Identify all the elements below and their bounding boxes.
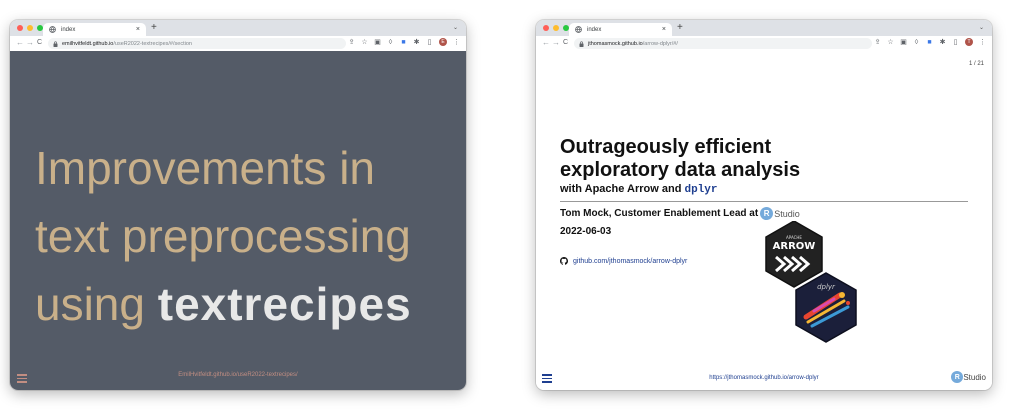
menu-kebab-icon[interactable]: ⋮: [979, 39, 986, 46]
dplyr-hex-sticker: dplyr: [795, 272, 857, 343]
lock-icon: [579, 40, 584, 47]
slide-title-line-1: Outrageously efficient: [560, 136, 772, 158]
minimize-window-button[interactable]: [553, 25, 559, 31]
close-window-button[interactable]: [543, 25, 549, 31]
tab-title: index: [61, 26, 76, 33]
tab-title: index: [587, 26, 602, 33]
tab-index[interactable]: index ×: [569, 23, 672, 36]
new-tab-button[interactable]: +: [151, 22, 157, 34]
profile-avatar[interactable]: T: [965, 38, 973, 46]
slide-title-line-2: text preprocessing: [35, 210, 411, 262]
slide-content: 1 / 21 Outrageously efficient explorator…: [536, 51, 992, 390]
share-icon[interactable]: ⇪: [874, 39, 881, 46]
url-path: /arrow-dplyr/#/: [642, 40, 678, 47]
bookmark-star-icon[interactable]: ☆: [361, 39, 368, 46]
menu-kebab-icon[interactable]: ⋮: [453, 39, 460, 46]
sidebar-icon[interactable]: ▯: [952, 39, 959, 46]
github-link[interactable]: github.com/jthomasmock/arrow-dplyr: [560, 257, 687, 265]
shield-icon[interactable]: ◊: [913, 39, 920, 46]
extension-icon[interactable]: ▣: [900, 39, 907, 46]
github-icon: [560, 257, 568, 265]
profile-avatar[interactable]: E: [439, 38, 447, 46]
url-host: emilhvitfeldt.github.io: [62, 40, 114, 47]
slide-title-line-1: Improvements in: [35, 142, 376, 194]
close-window-button[interactable]: [17, 25, 23, 31]
dplyr-hex-label: dplyr: [817, 283, 836, 291]
tab-strip: index × + ⌄: [536, 20, 992, 36]
slide-content: Improvements in text preprocessing using…: [10, 51, 466, 390]
title-prefix: using: [35, 278, 158, 330]
share-icon[interactable]: ⇪: [348, 39, 355, 46]
slide-footer-url[interactable]: EmilHvitfeldt.github.io/useR2022-textrec…: [10, 372, 466, 378]
arrow-hex-sticker: APACHE ARROW: [765, 220, 823, 288]
browser-window-left: index × + ⌄ ← → C emilhvitfeldt.github.i…: [10, 20, 466, 390]
tab-index[interactable]: index ×: [43, 23, 146, 36]
translate-icon[interactable]: ■: [400, 39, 407, 46]
toolbar-icons: ⇪ ☆ ▣ ◊ ■ ✱ ▯ E ⋮: [348, 38, 460, 46]
toolbar: ← → C emilhvitfeldt.github.io/useR2022-t…: [10, 36, 466, 52]
slide-title: Outrageously efficient exploratory data …: [560, 136, 800, 182]
arrow-hex-small-text: APACHE: [786, 235, 802, 240]
rstudio-footer-logo: R Studio: [949, 371, 986, 383]
puzzle-icon[interactable]: ✱: [939, 39, 946, 46]
slide-counter: 1 / 21: [968, 61, 984, 67]
arrow-hex-label: ARROW: [773, 241, 816, 252]
address-bar[interactable]: jthomasmock.github.io/arrow-dplyr/#/: [574, 38, 872, 49]
toolbar: ← → C jthomasmock.github.io/arrow-dplyr/…: [536, 36, 992, 52]
globe-icon: [49, 26, 56, 33]
window-controls: [17, 25, 43, 31]
divider: [560, 201, 968, 202]
sidebar-icon[interactable]: ▯: [426, 39, 433, 46]
back-button[interactable]: ←: [542, 38, 550, 48]
author-text: Tom Mock, Customer Enablement Lead at: [560, 208, 759, 219]
extension-icon[interactable]: ▣: [374, 39, 381, 46]
slide-title-line-3: using textrecipes: [35, 277, 412, 331]
subtitle-prefix: with Apache Arrow and: [560, 183, 685, 195]
lock-icon: [53, 40, 58, 47]
new-tab-button[interactable]: +: [677, 22, 683, 34]
browser-window-right: index × + ⌄ ← → C jthomasmock.github.io /…: [536, 20, 992, 390]
address-bar[interactable]: emilhvitfeldt.github.io/useR2022-textrec…: [48, 38, 346, 49]
slide-title-line-2: exploratory data analysis: [560, 159, 801, 181]
subtitle-code: dplyr: [684, 184, 718, 196]
github-link-text: github.com/jthomasmock/arrow-dplyr: [573, 257, 688, 265]
rstudio-logo-text: Studio: [963, 372, 986, 382]
tab-search-icon[interactable]: ⌄: [453, 24, 458, 31]
tab-close-icon[interactable]: ×: [662, 25, 666, 34]
reload-button[interactable]: C: [563, 38, 568, 48]
rstudio-logo-icon: R: [760, 207, 774, 220]
reload-button[interactable]: C: [37, 38, 42, 48]
minimize-window-button[interactable]: [27, 25, 33, 31]
author-line: Tom Mock, Customer Enablement Lead at R …: [560, 207, 800, 220]
slide-subtitle: with Apache Arrow and dplyr: [560, 183, 718, 196]
url-host: jthomasmock.github.io: [588, 40, 643, 47]
forward-button[interactable]: →: [552, 38, 560, 48]
tab-close-icon[interactable]: ×: [136, 25, 140, 34]
translate-icon[interactable]: ■: [926, 39, 933, 46]
globe-icon: [575, 26, 582, 33]
slide-date: 2022-06-03: [560, 226, 612, 237]
rstudio-logo-icon: R: [951, 371, 964, 383]
shield-icon[interactable]: ◊: [387, 39, 394, 46]
tab-search-icon[interactable]: ⌄: [979, 24, 984, 31]
tab-strip: index × + ⌄: [10, 20, 466, 36]
hex-stickers: APACHE ARROW dplyr: [764, 220, 904, 371]
url-path: /useR2022-textrecipes/#/section: [113, 40, 192, 47]
bookmark-star-icon[interactable]: ☆: [887, 39, 894, 46]
rstudio-logo-text: Studio: [774, 208, 800, 219]
slide-footer-url[interactable]: https://jthomasmock.github.io/arrow-dply…: [536, 375, 992, 381]
puzzle-icon[interactable]: ✱: [413, 39, 420, 46]
back-button[interactable]: ←: [16, 38, 24, 48]
package-name: textrecipes: [157, 278, 412, 330]
forward-button[interactable]: →: [26, 38, 34, 48]
window-controls: [543, 25, 569, 31]
toolbar-icons: ⇪ ☆ ▣ ◊ ■ ✱ ▯ T ⋮: [874, 38, 986, 46]
